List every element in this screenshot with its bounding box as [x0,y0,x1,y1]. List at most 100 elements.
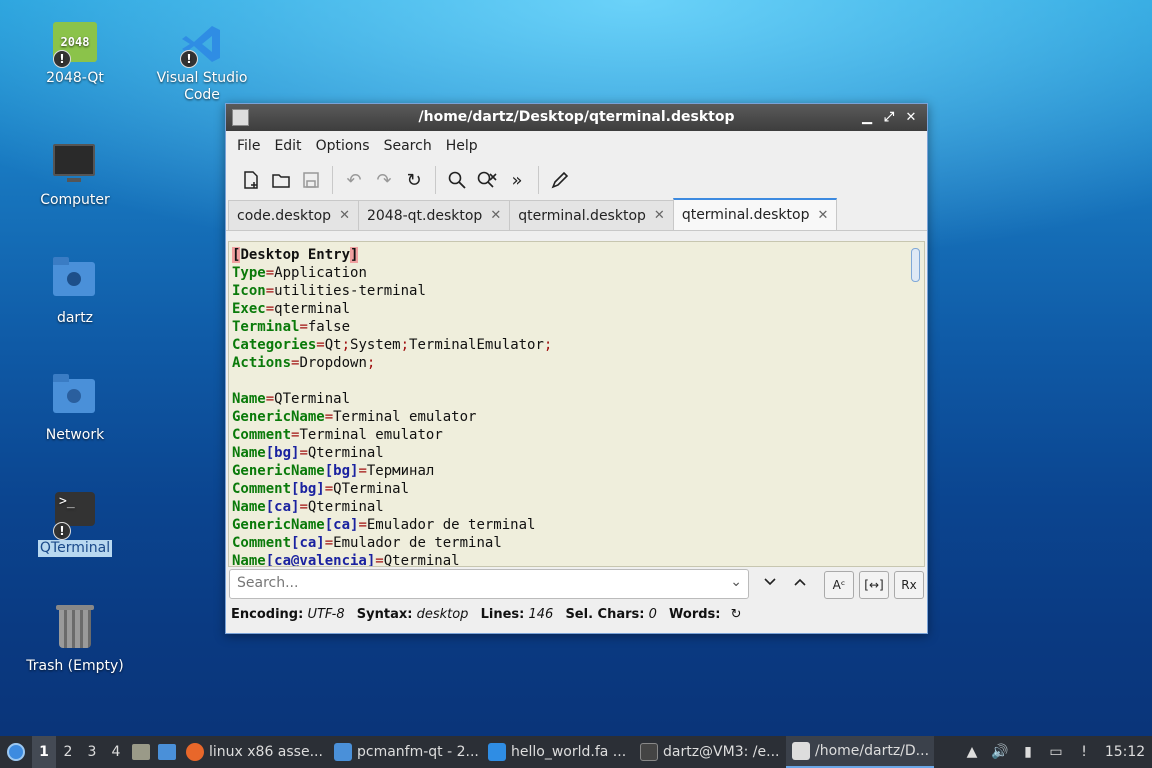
search-input[interactable]: Search... ⌄ [229,569,749,599]
tab-close-icon[interactable]: ✕ [490,208,501,223]
vertical-scrollbar[interactable] [911,248,920,282]
section-header-line: [Desktop Entry] [232,247,359,263]
editor-line: Name[ca@valencia]=Qterminal [232,552,924,567]
undo-icon[interactable]: ↶ [339,165,369,195]
text-editor-window: /home/dartz/Desktop/qterminal.desktop ▁ … [225,103,928,634]
menu-help[interactable]: Help [439,138,485,154]
tab-2048-qt-desktop[interactable]: 2048-qt.desktop ✕ [357,200,511,230]
refresh-words-icon[interactable]: ↻ [731,607,742,622]
find-next-down-icon[interactable] [755,571,785,599]
task-terminal[interactable]: dartz@VM3: /e... [634,736,786,768]
desktop-icon-label: QTerminal [37,540,113,557]
toolbar-separator [332,166,333,194]
maximize-button[interactable]: ⤢ [879,104,899,131]
desktop-icon-label: Trash (Empty) [26,658,124,674]
window-titlebar[interactable]: /home/dartz/Desktop/qterminal.desktop ▁ … [226,104,927,131]
tab-close-icon[interactable]: ✕ [339,208,350,223]
text-editor-area[interactable]: [Desktop Entry] Type=Application Icon=uti… [228,241,925,567]
value-text: Qterminal [383,553,460,567]
2048-app-icon: 2048 ! [53,22,97,68]
tab-qterminal-desktop-active[interactable]: qterminal.desktop ✕ [672,198,838,230]
desktop-icon-dartz[interactable]: dartz [20,256,130,327]
desktop-icon-vscode[interactable]: ! Visual Studio Code [147,22,257,104]
workspace-2[interactable]: 2 [56,744,80,760]
vscode-icon [488,743,506,761]
terminal-icon [640,743,658,761]
update-notifier-icon[interactable]: ▲ [958,744,986,760]
key-text: Type [232,265,266,281]
desktop-icon-computer[interactable]: Computer [20,140,130,209]
find-icon[interactable] [442,165,472,195]
desktop-icon-trash[interactable]: Trash (Empty) [20,605,130,675]
edit-pen-icon[interactable] [545,165,575,195]
section-name: Desktop Entry [240,247,351,263]
workspace-1[interactable]: 1 [32,736,56,768]
task-firefox[interactable]: linux x86 asse... [180,736,328,768]
network-icon[interactable]: ▭ [1042,744,1070,760]
workspace-4[interactable]: 4 [104,744,128,760]
tab-close-icon[interactable]: ✕ [817,208,828,223]
task-pcmanfm[interactable]: pcmanfm-qt - 2... [328,736,482,768]
show-desktop-icon[interactable] [154,736,180,768]
tab-code-desktop[interactable]: code.desktop ✕ [228,200,359,230]
match-case-button[interactable]: Aᶜ [824,571,854,599]
regex-button[interactable]: Rx [894,571,924,599]
workspace-3[interactable]: 3 [80,744,104,760]
value-text: QTerminal [274,391,351,407]
volume-icon[interactable]: 🔊 [986,744,1014,760]
find-previous-up-icon[interactable] [785,571,815,599]
network-folder-icon [53,374,97,423]
tab-close-icon[interactable]: ✕ [654,208,665,223]
notification-icon[interactable]: ! [1070,744,1098,760]
task-label: /home/dartz/D... [815,743,930,759]
value-text: Application [274,265,367,281]
lines-label: Lines: [480,607,525,622]
close-button[interactable]: ✕ [901,104,921,131]
save-icon[interactable] [296,165,326,195]
task-vscode[interactable]: hello_world.fa ... [482,736,634,768]
tab-label: 2048-qt.desktop [366,207,483,224]
desktop-icon-2048-qt[interactable]: 2048 ! 2048-Qt [20,22,130,87]
minimize-button[interactable]: ▁ [857,104,877,131]
menu-edit[interactable]: Edit [267,138,308,154]
menu-file[interactable]: File [230,138,267,154]
find-next-icon[interactable]: » [502,165,532,195]
equals-sign: = [324,535,334,551]
trash-icon [53,605,97,654]
menu-search[interactable]: Search [377,138,439,154]
window-title: /home/dartz/Desktop/qterminal.desktop [418,109,735,125]
syntax-value[interactable]: desktop [417,607,469,622]
value-text: qterminal [274,301,351,317]
locale-text: [ca] [265,499,300,515]
locale-text: [bg] [265,445,300,461]
file-manager-launcher-icon[interactable] [128,736,154,768]
equals-sign: = [265,391,275,407]
open-folder-icon[interactable] [266,165,296,195]
key-text: Comment [232,481,292,497]
find-replace-icon[interactable] [472,165,502,195]
reload-icon[interactable]: ↻ [399,165,429,195]
whole-word-button[interactable]: [↔] [859,571,889,599]
desktop-icon-qterminal[interactable]: >_ ! QTerminal [20,486,130,557]
value-text: Терминал [366,463,435,479]
equals-sign: = [324,481,334,497]
clipboard-icon[interactable]: ▮ [1014,744,1042,760]
clock[interactable]: 15:12 [1098,744,1152,760]
locale-text: [ca] [291,535,325,551]
desktop-icon-network[interactable]: Network [20,373,130,444]
encoding-value: UTF-8 [307,607,345,622]
status-bar: Encoding: UTF-8 Syntax: desktop Lines: 1… [231,607,742,622]
start-menu-icon[interactable] [0,736,32,768]
equals-sign: = [265,301,275,317]
value-text: Emulador de terminal [333,535,502,551]
chevron-down-icon[interactable]: ⌄ [730,574,742,590]
tab-qterminal-desktop[interactable]: qterminal.desktop ✕ [509,200,674,230]
menu-options[interactable]: Options [309,138,377,154]
search-bar: Search... ⌄ Aᶜ [↔] Rx [229,569,924,599]
task-text-editor[interactable]: /home/dartz/D... [786,736,934,768]
tab-bar: code.desktop ✕ 2048-qt.desktop ✕ qtermin… [226,198,927,231]
syntax-label: Syntax: [356,607,413,622]
value-text: QTerminal [333,481,410,497]
redo-icon[interactable]: ↷ [369,165,399,195]
new-file-icon[interactable] [236,165,266,195]
